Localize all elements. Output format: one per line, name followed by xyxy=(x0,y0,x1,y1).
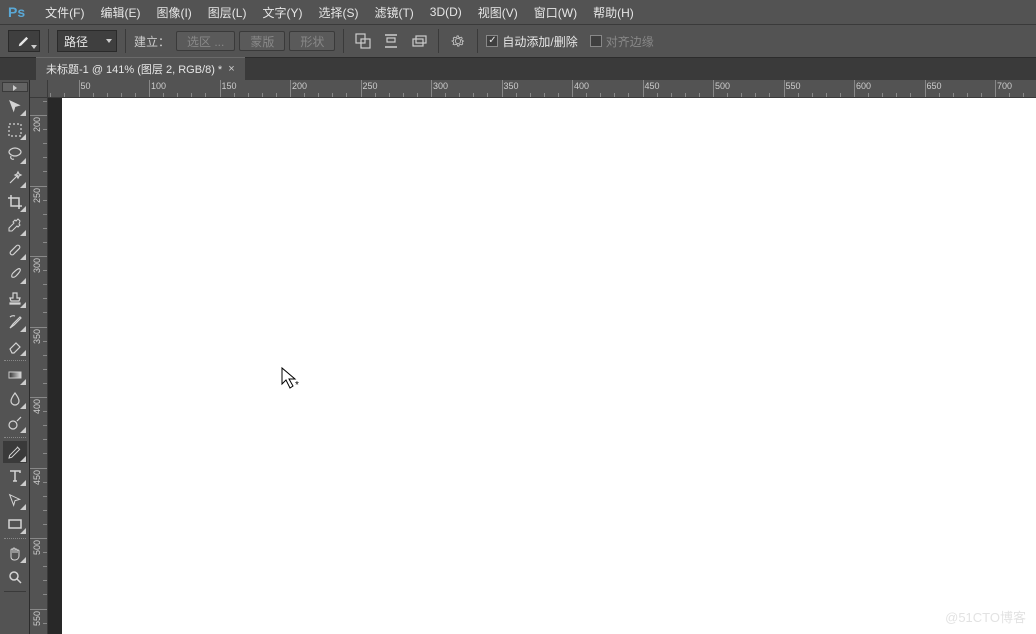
ruler-origin-corner[interactable] xyxy=(30,80,48,98)
workspace: 5010015020025030035040045050055060065070… xyxy=(30,80,1036,634)
mode-select-label: 路径 xyxy=(64,33,88,50)
canvas[interactable] xyxy=(62,98,1036,634)
arrange-icon xyxy=(411,33,427,49)
menu-select[interactable]: 选择(S) xyxy=(310,4,366,21)
path-operations-button[interactable] xyxy=(352,30,374,52)
menu-filter[interactable]: 滤镜(T) xyxy=(366,4,421,21)
clone-stamp-tool[interactable] xyxy=(3,287,27,309)
build-label: 建立： xyxy=(134,33,170,50)
pen-tool[interactable] xyxy=(3,441,27,463)
pen-icon xyxy=(17,34,31,48)
separator xyxy=(477,29,478,53)
menu-file[interactable]: 文件(F) xyxy=(37,4,92,21)
app-logo: Ps xyxy=(8,4,25,20)
build-selection-button[interactable]: 选区 ... xyxy=(176,31,235,51)
close-icon[interactable]: × xyxy=(228,63,234,75)
checkbox-icon xyxy=(486,35,498,47)
separator xyxy=(48,29,49,53)
menu-help[interactable]: 帮助(H) xyxy=(585,4,642,21)
hand-tool[interactable] xyxy=(3,542,27,564)
zoom-icon xyxy=(7,569,23,585)
menu-bar: Ps 文件(F) 编辑(E) 图像(I) 图层(L) 文字(Y) 选择(S) 滤… xyxy=(0,0,1036,24)
crop-tool[interactable] xyxy=(3,191,27,213)
vertical-ruler[interactable]: 200250300350400450500550 xyxy=(30,98,48,634)
path-arrangement-button[interactable] xyxy=(408,30,430,52)
history-brush-tool[interactable] xyxy=(3,311,27,333)
align-edges-checkbox[interactable]: 对齐边缘 xyxy=(590,33,654,50)
menu-layer[interactable]: 图层(L) xyxy=(200,4,255,21)
options-bar: 路径 建立： 选区 ... 蒙版 形状 自动添加/删除 对齐边缘 xyxy=(0,24,1036,58)
auto-add-delete-label: 自动添加/删除 xyxy=(502,33,577,50)
checkbox-icon xyxy=(590,35,602,47)
path-selection-tool[interactable] xyxy=(3,489,27,511)
separator xyxy=(125,29,126,53)
settings-button[interactable] xyxy=(447,30,469,52)
canvas-viewport[interactable]: * @51CTO博客 xyxy=(48,98,1036,634)
document-tab-bar: 未标题-1 @ 141% (图层 2, RGB/8) * × xyxy=(0,58,1036,80)
rectangle-tool[interactable] xyxy=(3,513,27,535)
brush-tool[interactable] xyxy=(3,263,27,285)
menu-view[interactable]: 视图(V) xyxy=(470,4,526,21)
build-shape-button[interactable]: 形状 xyxy=(289,31,335,51)
menu-window[interactable]: 窗口(W) xyxy=(526,4,585,21)
toolbox xyxy=(0,80,30,634)
tool-preset-picker[interactable] xyxy=(8,30,40,52)
document-tab-title: 未标题-1 @ 141% (图层 2, RGB/8) * xyxy=(46,61,222,77)
gear-icon xyxy=(450,33,466,49)
horizontal-ruler[interactable]: 5010015020025030035040045050055060065070… xyxy=(48,80,1036,98)
align-edges-label: 对齐边缘 xyxy=(606,33,654,50)
menu-3d[interactable]: 3D(D) xyxy=(422,5,470,19)
move-tool[interactable] xyxy=(3,95,27,117)
align-icon xyxy=(383,33,399,49)
menu-edit[interactable]: 编辑(E) xyxy=(92,4,148,21)
toolbox-separator xyxy=(4,538,26,539)
type-tool[interactable] xyxy=(3,465,27,487)
eyedropper-tool[interactable] xyxy=(3,215,27,237)
healing-brush-tool[interactable] xyxy=(3,239,27,261)
menu-image[interactable]: 图像(I) xyxy=(148,4,199,21)
build-buttons: 选区 ... 蒙版 形状 xyxy=(176,31,335,51)
menu-type[interactable]: 文字(Y) xyxy=(254,4,310,21)
separator xyxy=(438,29,439,53)
toolbox-separator xyxy=(4,591,26,592)
path-op-icon xyxy=(355,33,371,49)
magic-wand-tool[interactable] xyxy=(3,167,27,189)
watermark: @51CTO博客 xyxy=(945,607,1026,626)
main-area: 5010015020025030035040045050055060065070… xyxy=(0,80,1036,634)
zoom-tool[interactable] xyxy=(3,566,27,588)
auto-add-delete-checkbox[interactable]: 自动添加/删除 xyxy=(486,33,577,50)
mode-select[interactable]: 路径 xyxy=(57,30,117,52)
dodge-tool[interactable] xyxy=(3,412,27,434)
lasso-tool[interactable] xyxy=(3,143,27,165)
build-mask-button[interactable]: 蒙版 xyxy=(239,31,285,51)
path-alignment-button[interactable] xyxy=(380,30,402,52)
toolbox-separator xyxy=(4,437,26,438)
gradient-tool[interactable] xyxy=(3,364,27,386)
separator xyxy=(343,29,344,53)
eraser-tool[interactable] xyxy=(3,335,27,357)
toolbox-separator xyxy=(4,360,26,361)
blur-tool[interactable] xyxy=(3,388,27,410)
document-tab[interactable]: 未标题-1 @ 141% (图层 2, RGB/8) * × xyxy=(36,57,245,80)
toolbox-collapse-button[interactable] xyxy=(2,82,28,92)
marquee-tool[interactable] xyxy=(3,119,27,141)
